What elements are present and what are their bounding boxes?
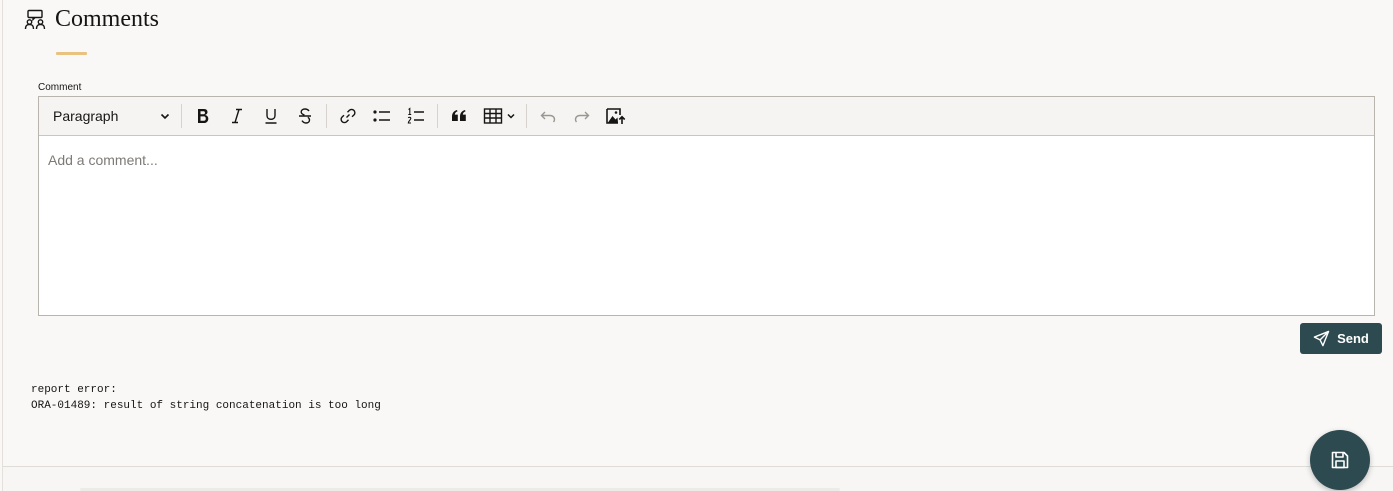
left-divider xyxy=(2,0,3,491)
numbered-list-icon xyxy=(407,107,424,124)
editor-toolbar: Paragraph xyxy=(39,97,1374,136)
redo-button[interactable] xyxy=(565,101,599,131)
insert-image-icon xyxy=(606,108,626,124)
block-style-select[interactable]: Paragraph xyxy=(47,101,177,131)
comment-field-label: Comment xyxy=(38,82,82,93)
underline-icon xyxy=(265,109,277,124)
insert-image-button[interactable] xyxy=(599,101,633,131)
region-title: Comments xyxy=(55,6,160,32)
insert-table-icon xyxy=(483,108,502,124)
toolbar-separator xyxy=(181,104,182,128)
comments-region-icon xyxy=(24,9,46,31)
toolbar-separator xyxy=(326,104,327,128)
save-icon xyxy=(1331,451,1349,469)
rich-text-editor: Paragraph Add a comment... xyxy=(38,96,1375,316)
chevron-down-icon xyxy=(160,113,170,120)
strikethrough-icon xyxy=(299,108,311,124)
comment-placeholder: Add a comment... xyxy=(48,152,158,168)
paper-plane-icon xyxy=(1313,330,1330,347)
link-button[interactable] xyxy=(331,101,365,131)
blockquote-button[interactable] xyxy=(442,101,476,131)
bold-button[interactable] xyxy=(186,101,220,131)
toolbar-separator xyxy=(526,104,527,128)
bold-icon xyxy=(198,109,209,123)
insert-table-button[interactable] xyxy=(476,101,522,131)
italic-button[interactable] xyxy=(220,101,254,131)
comment-editor-area[interactable]: Add a comment... xyxy=(39,136,1374,314)
italic-icon xyxy=(232,108,242,124)
undo-icon xyxy=(540,111,556,123)
undo-button[interactable] xyxy=(531,101,565,131)
toolbar-separator xyxy=(437,104,438,128)
blockquote-icon xyxy=(452,110,466,121)
send-button[interactable]: Send xyxy=(1300,323,1382,354)
chevron-down-icon xyxy=(506,113,515,119)
title-accent-bar xyxy=(56,52,87,55)
bulleted-list-icon xyxy=(373,110,390,122)
link-icon xyxy=(340,108,356,124)
error-line-2: ORA-01489: result of string concatenatio… xyxy=(31,400,381,412)
numbered-list-button[interactable] xyxy=(399,101,433,131)
error-line-1: report error: xyxy=(31,384,117,396)
redo-icon xyxy=(574,111,590,123)
send-button-label: Send xyxy=(1337,331,1369,346)
bulleted-list-button[interactable] xyxy=(365,101,399,131)
underline-button[interactable] xyxy=(254,101,288,131)
save-fab-button[interactable] xyxy=(1310,430,1370,490)
block-style-value: Paragraph xyxy=(53,108,119,124)
strikethrough-button[interactable] xyxy=(288,101,322,131)
report-error-message: report error: ORA-01489: result of string… xyxy=(31,382,381,414)
region-header: Comments xyxy=(24,6,159,33)
